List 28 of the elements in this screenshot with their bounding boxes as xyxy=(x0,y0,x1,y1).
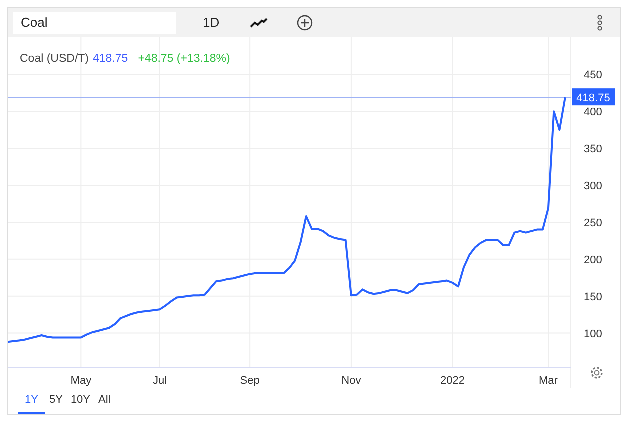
range-tab[interactable]: 10Y xyxy=(66,388,95,414)
axis-label: 300 xyxy=(584,180,602,192)
price-value: 418.75 xyxy=(93,53,128,65)
price-change: +48.75 (+13.18%) xyxy=(138,53,230,65)
axis-label: 150 xyxy=(584,291,602,304)
axis-label: Jul xyxy=(152,375,168,387)
axis-label: 450 xyxy=(584,70,602,82)
axis-label: 100 xyxy=(584,328,602,340)
range-tab[interactable]: All xyxy=(94,388,115,414)
axis-label: 200 xyxy=(584,254,602,266)
axis-label: Mar xyxy=(539,375,558,387)
axis-label: 400 xyxy=(584,106,602,119)
settings-icon[interactable] xyxy=(591,367,603,379)
range-tab[interactable]: 5Y xyxy=(45,388,67,414)
interval-button[interactable]: 1D xyxy=(199,15,224,30)
instrument-name: Coal (USD/T) xyxy=(20,53,90,65)
price-label: 418.75 xyxy=(572,88,615,106)
axis-label: Nov xyxy=(342,375,362,387)
line-chart-icon[interactable] xyxy=(250,18,268,28)
axis-label: 250 xyxy=(584,217,602,230)
axis-label: May xyxy=(70,375,92,387)
add-icon[interactable] xyxy=(296,14,313,30)
range-tab[interactable]: 1Y xyxy=(18,388,46,414)
axis-label: 350 xyxy=(584,144,602,156)
more-icon[interactable] xyxy=(597,14,603,30)
search-field[interactable]: Coal xyxy=(13,12,176,34)
axis-label: Sep xyxy=(240,375,260,387)
axis-label: 2022 xyxy=(440,375,465,387)
